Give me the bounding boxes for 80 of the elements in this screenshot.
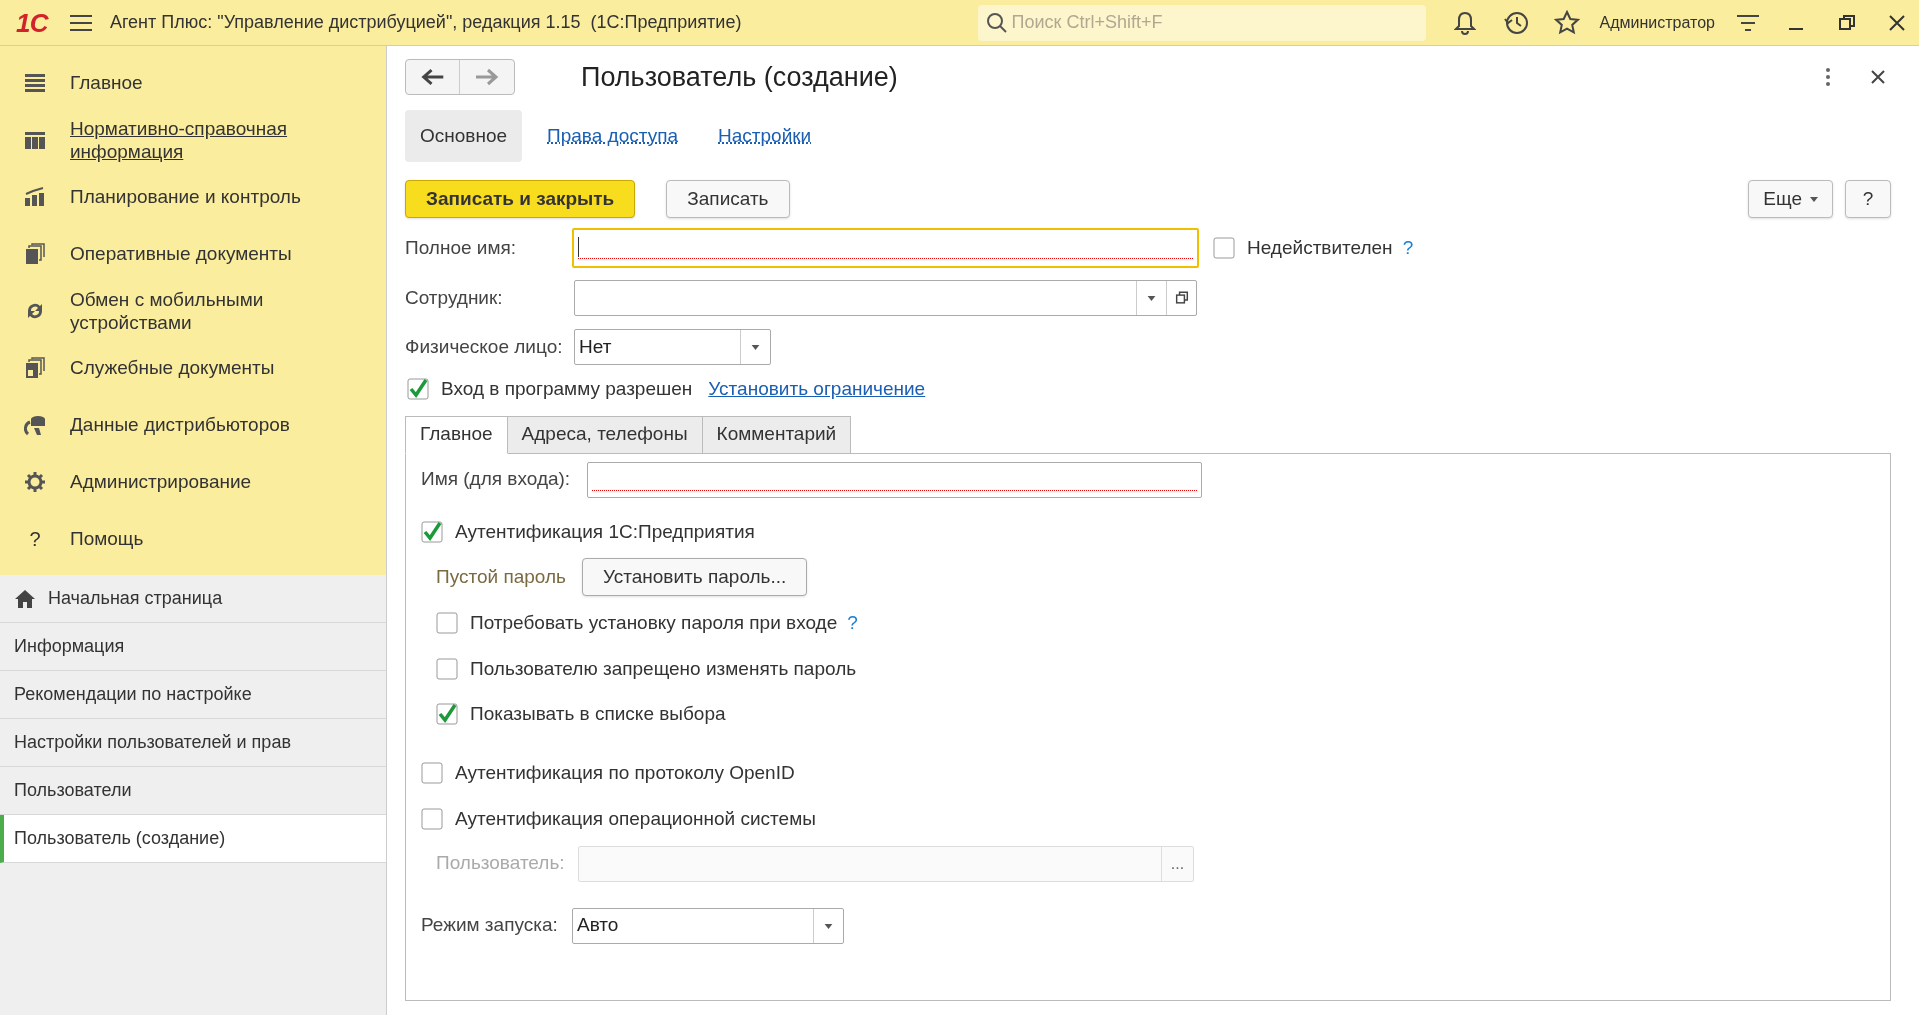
field-label: Имя (для входа): — [421, 467, 572, 492]
window-title: Агент Плюс: "Управление дистрибуцией", редакция 1.15 (1С:Предприятие) — [109, 11, 742, 34]
open-window-item[interactable]: Информация — [0, 623, 386, 671]
inner-tab[interactable]: Адреса, телефоны — [506, 415, 703, 454]
checkbox[interactable] — [421, 808, 443, 831]
checkbox[interactable] — [1213, 237, 1235, 259]
form-tab[interactable]: Настройки — [703, 110, 827, 162]
form-title: Пользователь (создание) — [581, 60, 898, 94]
home-icon — [14, 588, 36, 609]
field-label: Физическое лицо: — [405, 334, 564, 359]
field-label: Пользователь: — [436, 851, 566, 876]
checkbox[interactable] — [421, 761, 443, 784]
full-name-field[interactable] — [572, 228, 1199, 268]
inner-tab[interactable]: Главное — [405, 415, 508, 454]
database-icon — [24, 413, 46, 436]
person-dropdown[interactable]: Нет — [574, 329, 771, 365]
sidebar-section[interactable]: Планирование и контроль — [70, 185, 301, 208]
list-icon — [24, 71, 46, 94]
checkbox-label: Аутентификация операционной системы — [455, 807, 816, 831]
sidebar-section[interactable]: Оперативные документы — [70, 242, 292, 265]
set-password-button[interactable]: Установить пароль... — [581, 558, 808, 596]
checkbox[interactable] — [407, 378, 429, 401]
gear-icon — [24, 470, 46, 493]
menu-icon[interactable] — [69, 13, 92, 32]
checkbox[interactable] — [421, 520, 443, 543]
close-icon[interactable] — [1889, 14, 1905, 31]
search-icon — [985, 11, 1008, 34]
checkbox[interactable] — [436, 612, 458, 635]
password-status: Пустой пароль — [436, 564, 566, 589]
checkbox-label: Аутентификация 1С:Предприятия — [455, 519, 755, 544]
form-tab[interactable]: Основное — [405, 110, 523, 162]
more-options-icon[interactable] — [1825, 67, 1831, 87]
sidebar-section[interactable]: Служебные документы — [70, 356, 275, 379]
caret-icon — [1810, 196, 1818, 202]
restore-icon[interactable] — [1839, 14, 1855, 31]
user-name[interactable]: Администратор — [1599, 10, 1715, 35]
inner-tab[interactable]: Комментарий — [701, 415, 852, 454]
login-name-field[interactable] — [587, 461, 1202, 498]
employee-field[interactable] — [574, 280, 1197, 316]
sidebar-section[interactable]: Нормативно-справочная информация — [70, 116, 378, 163]
settings-icon[interactable] — [1737, 13, 1759, 32]
checkbox-label: Пользователю запрещено изменять пароль — [470, 656, 857, 681]
documents-icon — [24, 242, 46, 265]
checkbox[interactable] — [436, 657, 458, 680]
sidebar-section[interactable]: Данные дистрибьюторов — [70, 413, 290, 436]
help-button[interactable]: ? — [1845, 180, 1891, 218]
set-restriction-link[interactable]: Установить ограничение — [708, 375, 926, 404]
bell-icon[interactable] — [1453, 10, 1476, 35]
open-window-item[interactable]: Рекомендации по настройке — [0, 671, 386, 719]
field-label: Полное имя: — [405, 235, 518, 260]
save-and-close-button[interactable]: Записать и закрыть — [405, 180, 636, 218]
history-icon[interactable] — [1503, 9, 1530, 36]
app-logo: 1С — [16, 9, 48, 36]
save-button[interactable]: Записать — [666, 180, 790, 218]
open-window-item[interactable]: Начальная страница — [0, 575, 386, 623]
checkbox-label: Недействителен — [1247, 235, 1393, 260]
open-window-item[interactable]: Пользователь (создание) — [0, 815, 386, 863]
checkbox-label: Аутентификация по протоколу OpenID — [455, 760, 795, 785]
field-label: Сотрудник: — [405, 285, 504, 310]
checkbox-label: Вход в программу разрешен — [441, 377, 693, 401]
close-icon[interactable] — [1871, 70, 1885, 84]
star-icon[interactable] — [1553, 9, 1580, 36]
checkbox[interactable] — [436, 703, 458, 726]
more-button[interactable]: Еще — [1748, 180, 1833, 218]
form-tab[interactable]: Права доступа — [532, 110, 693, 162]
sidebar-section[interactable]: Обмен с мобильными устройствами — [70, 287, 378, 334]
search-field[interactable]: Поиск Ctrl+Shift+F — [977, 4, 1426, 41]
open-window-item[interactable]: Настройки пользователей и прав — [0, 719, 386, 767]
launch-mode-dropdown[interactable]: Авто — [572, 907, 844, 944]
documents-icon — [24, 356, 46, 379]
hint-link[interactable]: ? — [1402, 233, 1414, 263]
help-icon: ? — [24, 523, 46, 554]
sidebar-section[interactable]: Администрирование — [70, 470, 252, 493]
checkbox-label: Показывать в списке выбора — [470, 702, 726, 726]
chart-icon — [24, 185, 46, 208]
hint-link[interactable]: ? — [847, 609, 858, 638]
checkbox-label: Потребовать установку пароля при входе — [470, 611, 838, 635]
sidebar-section[interactable]: Помощь — [70, 527, 144, 550]
field-label: Режим запуска: — [421, 913, 559, 938]
sidebar-section[interactable]: Главное — [70, 71, 143, 94]
